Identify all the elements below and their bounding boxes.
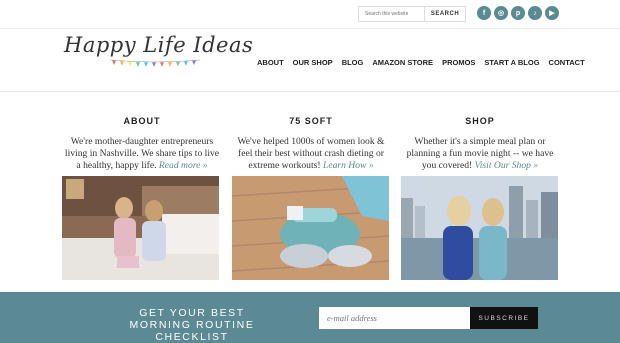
nav-blog[interactable]: BLOG bbox=[342, 58, 364, 67]
soft-title: 75 SOFT bbox=[289, 116, 333, 126]
facebook-icon[interactable]: f bbox=[477, 6, 491, 20]
pinterest-icon[interactable]: p bbox=[511, 6, 525, 20]
social-links: f ◎ p ♪ ▶ bbox=[477, 6, 559, 20]
nav-our-shop[interactable]: OUR SHOP bbox=[293, 58, 333, 67]
nav-promos[interactable]: PROMOS bbox=[442, 58, 475, 67]
subscribe-button[interactable]: SUBSCRIBE bbox=[470, 307, 538, 329]
site-header: Happy Life Ideas ABOUT OUR SHOP BLOG AMA… bbox=[0, 28, 620, 92]
shop-column: SHOP Whether it's a simple meal plan or … bbox=[400, 92, 560, 172]
read-more-link[interactable]: Read more » bbox=[159, 160, 208, 171]
soft-column: 75 SOFT We've helped 1000s of women look… bbox=[231, 92, 391, 172]
checklist-cta: GET YOUR BEST MORNING ROUTINE CHECKLIST bbox=[129, 307, 255, 343]
search-button[interactable]: SEARCH bbox=[425, 6, 466, 22]
nav-about[interactable]: ABOUT bbox=[257, 58, 284, 67]
email-input[interactable] bbox=[319, 307, 470, 329]
about-title: ABOUT bbox=[123, 116, 161, 126]
shop-text: Whether it's a simple meal plan or plann… bbox=[406, 136, 554, 171]
about-photo[interactable] bbox=[62, 176, 219, 280]
search-input[interactable] bbox=[358, 6, 425, 22]
shop-title: SHOP bbox=[465, 116, 495, 126]
shop-photo[interactable] bbox=[401, 176, 558, 280]
tiktok-icon[interactable]: ♪ bbox=[528, 6, 542, 20]
learn-how-link[interactable]: Learn How » bbox=[323, 160, 374, 171]
main-nav: ABOUT OUR SHOP BLOG AMAZON STORE PROMOS … bbox=[257, 58, 585, 67]
visit-shop-link[interactable]: Visit Our Shop » bbox=[475, 160, 539, 171]
soft-text: We've helped 1000s of women look & feel … bbox=[237, 136, 385, 171]
soft-photo[interactable] bbox=[232, 176, 389, 280]
newsletter-bar: GET YOUR BEST MORNING ROUTINE CHECKLIST … bbox=[0, 292, 620, 343]
nav-contact[interactable]: CONTACT bbox=[549, 58, 585, 67]
nav-amazon-store[interactable]: AMAZON STORE bbox=[372, 58, 433, 67]
search-form: SEARCH bbox=[358, 6, 466, 22]
youtube-icon[interactable]: ▶ bbox=[545, 6, 559, 20]
nav-start-a-blog[interactable]: START A BLOG bbox=[484, 58, 539, 67]
bunting-decoration bbox=[110, 59, 200, 67]
instagram-icon[interactable]: ◎ bbox=[494, 6, 508, 20]
about-text: We're mother-daughter entrepreneurs livi… bbox=[64, 136, 220, 171]
top-bar: SEARCH f ◎ p ♪ ▶ bbox=[0, 0, 620, 28]
about-column: ABOUT We're mother-daughter entrepreneur… bbox=[62, 92, 222, 172]
site-logo[interactable]: Happy Life Ideas bbox=[64, 33, 253, 57]
feature-columns: ABOUT We're mother-daughter entrepreneur… bbox=[0, 92, 620, 292]
